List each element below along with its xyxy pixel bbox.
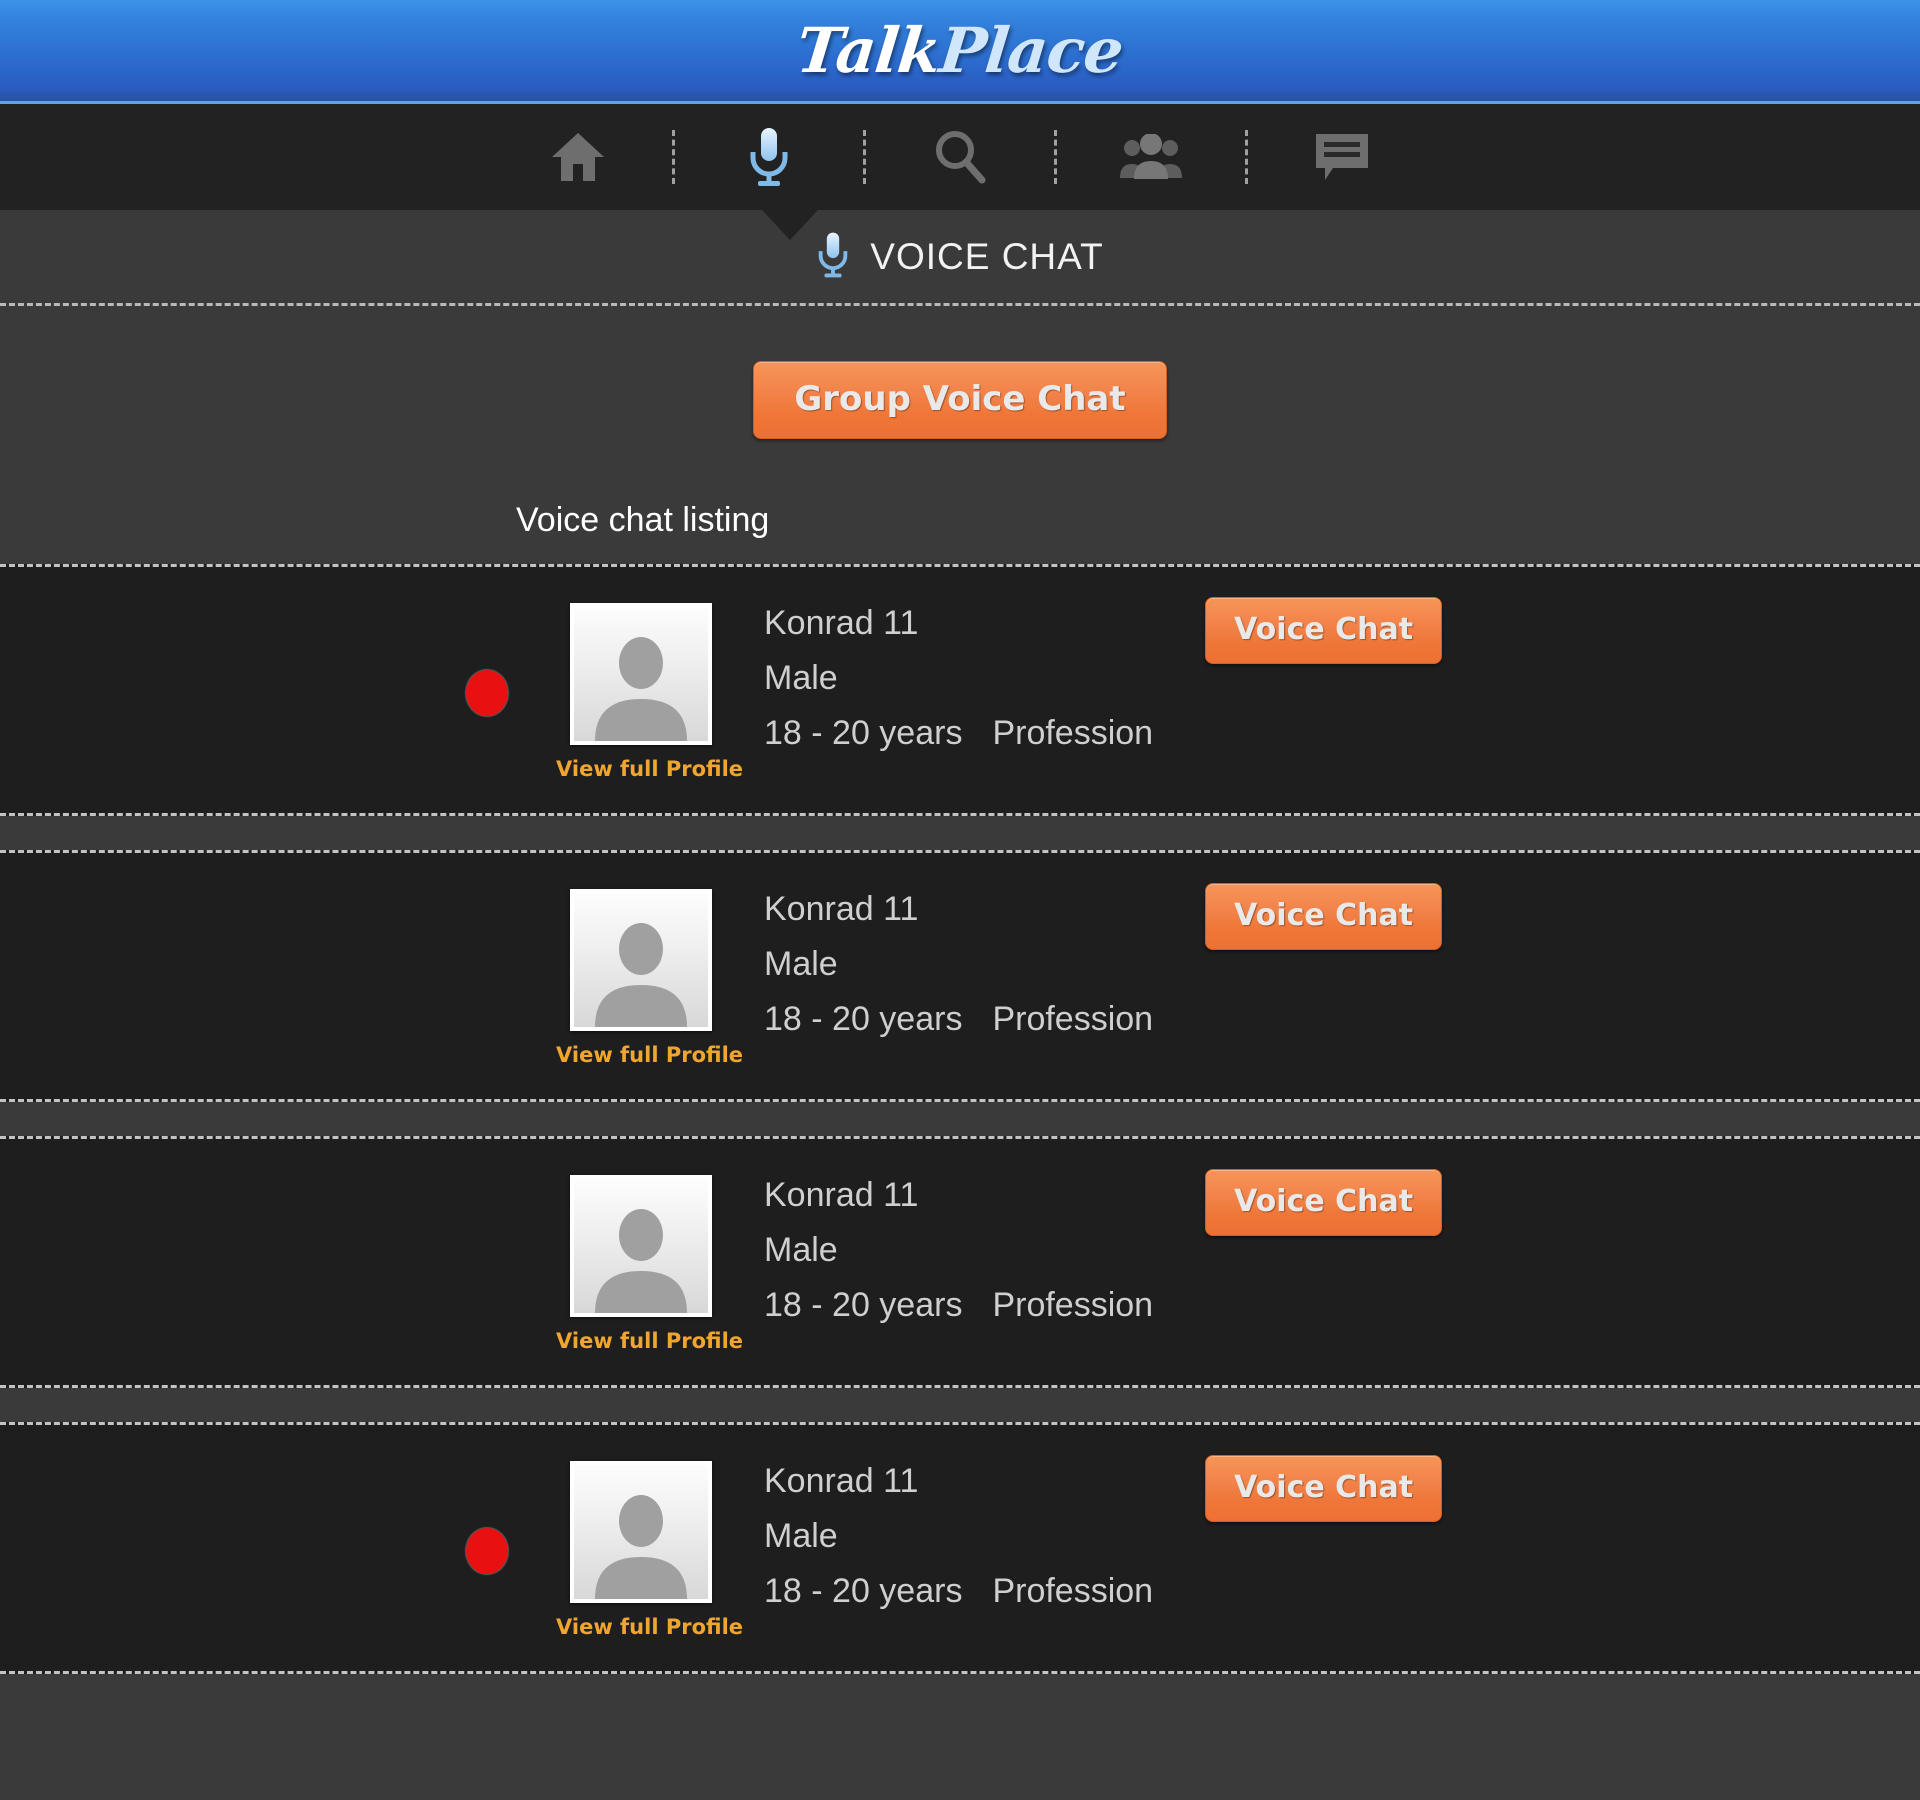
user-name: Konrad 11	[764, 1462, 919, 1500]
user-meta: 18 - 20 years Profession	[764, 713, 1153, 754]
nav-item-home[interactable]	[530, 118, 626, 196]
user-meta: 18 - 20 years Profession	[764, 1571, 1153, 1612]
row-action-column: Voice Chat	[1205, 853, 1443, 950]
voice-chat-button[interactable]: Voice Chat	[1205, 597, 1443, 664]
user-age: 18 - 20 years	[764, 1571, 963, 1610]
section-header: VOICE CHAT	[0, 210, 1920, 306]
user-age: 18 - 20 years	[764, 713, 963, 752]
status-badge	[466, 670, 508, 716]
chat-bubble-icon	[1313, 131, 1371, 183]
status-column	[466, 567, 546, 819]
avatar[interactable]	[570, 603, 712, 745]
voice-chat-button[interactable]: Voice Chat	[1205, 1169, 1443, 1236]
status-badge	[466, 1528, 508, 1574]
nav-items-container	[530, 118, 1390, 196]
view-full-profile-link[interactable]: View full Profile	[556, 1043, 743, 1067]
status-column	[466, 853, 546, 1105]
logo-word-place: Place	[936, 14, 1127, 87]
row-content: View full Profile Konrad 11 Male 18 - 20 ye…	[0, 853, 1920, 1099]
table-row[interactable]: View full Profile Konrad 11 Male 18 - 20 ye…	[0, 1422, 1920, 1674]
group-action-area: Group Voice Chat	[0, 306, 1920, 439]
user-profession: Profession	[992, 713, 1154, 752]
view-full-profile-link[interactable]: View full Profile	[556, 1329, 743, 1353]
avatar-column: View full Profile	[556, 1425, 743, 1639]
user-age: 18 - 20 years	[764, 1285, 963, 1324]
voice-chat-button[interactable]: Voice Chat	[1205, 1455, 1443, 1522]
user-name: Konrad 11	[764, 1176, 919, 1214]
row-action-column: Voice Chat	[1205, 567, 1443, 664]
user-info: Konrad 11 Male 18 - 20 years Profession	[764, 1425, 1153, 1625]
search-icon	[932, 129, 988, 185]
nav-item-voice-chat[interactable]	[721, 118, 817, 196]
user-name: Konrad 11	[764, 890, 919, 928]
page-title: VOICE CHAT	[870, 235, 1104, 277]
nav-separator	[863, 130, 866, 184]
nav-item-people[interactable]	[1103, 118, 1199, 196]
user-info: Konrad 11 Male 18 - 20 years Profession	[764, 853, 1153, 1053]
avatar-column: View full Profile	[556, 853, 743, 1067]
view-full-profile-link[interactable]: View full Profile	[556, 1615, 743, 1639]
status-column	[466, 1139, 546, 1391]
avatar-column: View full Profile	[556, 1139, 743, 1353]
app-logo: TalkPlace	[793, 14, 1126, 87]
microphone-icon	[816, 230, 850, 284]
user-profession: Profession	[992, 1285, 1154, 1324]
microphone-icon	[747, 126, 791, 188]
avatar[interactable]	[570, 1461, 712, 1603]
nav-item-search[interactable]	[912, 118, 1008, 196]
table-row[interactable]: View full Profile Konrad 11 Male 18 - 20 ye…	[0, 1136, 1920, 1388]
user-info: Konrad 11 Male 18 - 20 years Profession	[764, 1139, 1153, 1339]
listing-heading: Voice chat listing	[516, 501, 770, 539]
row-separator	[0, 816, 1920, 850]
avatar[interactable]	[570, 1175, 712, 1317]
row-content: View full Profile Konrad 11 Male 18 - 20 ye…	[0, 1425, 1920, 1671]
nav-separator	[672, 130, 675, 184]
person-placeholder-icon	[595, 923, 687, 1027]
user-meta: 18 - 20 years Profession	[764, 1285, 1153, 1326]
main-navigation	[0, 104, 1920, 210]
user-gender: Male	[764, 944, 838, 983]
table-row[interactable]: View full Profile Konrad 11 Male 18 - 20 ye…	[0, 850, 1920, 1102]
people-icon	[1119, 134, 1183, 180]
avatar[interactable]	[570, 889, 712, 1031]
nav-item-messages[interactable]	[1294, 118, 1390, 196]
logo-word-talk: Talk	[793, 14, 945, 87]
user-gender: Male	[764, 1230, 838, 1269]
view-full-profile-link[interactable]: View full Profile	[556, 757, 743, 781]
app-header: TalkPlace	[0, 0, 1920, 104]
status-column	[466, 1425, 546, 1677]
row-separator	[0, 1388, 1920, 1422]
voice-chat-button[interactable]: Voice Chat	[1205, 883, 1443, 950]
listing-heading-wrap: Voice chat listing	[0, 439, 1920, 564]
user-age: 18 - 20 years	[764, 999, 963, 1038]
row-action-column: Voice Chat	[1205, 1425, 1443, 1522]
user-profession: Profession	[992, 1571, 1154, 1610]
user-meta: 18 - 20 years Profession	[764, 999, 1153, 1040]
person-placeholder-icon	[595, 1495, 687, 1599]
section-title-wrap: VOICE CHAT	[816, 230, 1103, 284]
page-bottom-spacer	[0, 1674, 1920, 1794]
row-content: View full Profile Konrad 11 Male 18 - 20 ye…	[0, 567, 1920, 813]
person-placeholder-icon	[595, 637, 687, 741]
user-profession: Profession	[992, 999, 1154, 1038]
row-separator	[0, 1102, 1920, 1136]
group-voice-chat-button[interactable]: Group Voice Chat	[753, 361, 1167, 439]
user-info: Konrad 11 Male 18 - 20 years Profession	[764, 567, 1153, 767]
user-gender: Male	[764, 658, 838, 697]
avatar-column: View full Profile	[556, 567, 743, 781]
voice-chat-listing: View full Profile Konrad 11 Male 18 - 20 ye…	[0, 564, 1920, 1674]
user-name: Konrad 11	[764, 604, 919, 642]
user-gender: Male	[764, 1516, 838, 1555]
active-tab-pointer	[762, 210, 818, 240]
nav-separator	[1054, 130, 1057, 184]
person-placeholder-icon	[595, 1209, 687, 1313]
row-action-column: Voice Chat	[1205, 1139, 1443, 1236]
nav-separator	[1245, 130, 1248, 184]
table-row[interactable]: View full Profile Konrad 11 Male 18 - 20 ye…	[0, 564, 1920, 816]
row-content: View full Profile Konrad 11 Male 18 - 20 ye…	[0, 1139, 1920, 1385]
home-icon	[550, 131, 606, 183]
